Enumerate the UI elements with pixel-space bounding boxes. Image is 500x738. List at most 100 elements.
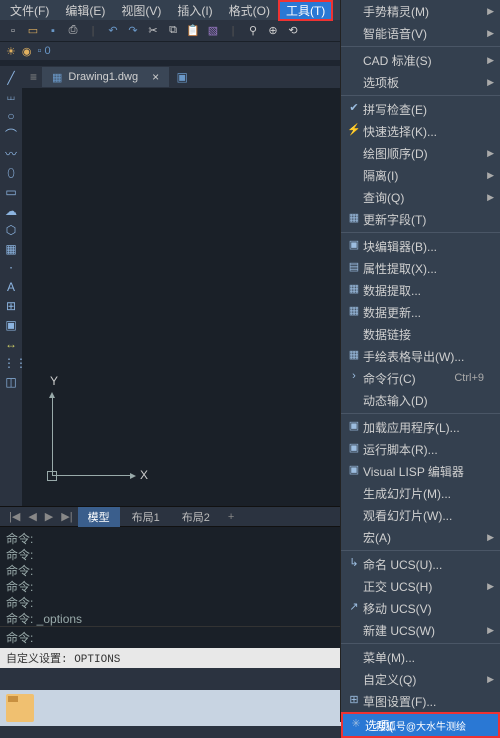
menu-item[interactable]: ▣Visual LISP 编辑器 [341,460,500,482]
close-tab-icon[interactable]: × [152,70,159,84]
circle-icon[interactable]: ○ [3,108,19,124]
menu-item[interactable]: 菜单(M)... [341,646,500,668]
arc-icon[interactable]: ⌒ [3,127,19,143]
menu-item-label: 运行脚本(R)... [363,441,484,458]
menu-item-icon: ⚡ [345,123,363,139]
menu-item[interactable]: 查询(Q)▶ [341,186,500,208]
menu-item[interactable]: ✳选项(搜狐号@大水牛测绘 [341,712,500,738]
sun-icon[interactable]: ☀ [6,45,16,58]
menu-item[interactable]: ▣运行脚本(R)... [341,438,500,460]
cloud-icon[interactable]: ☁ [3,203,19,219]
menu-item[interactable]: 选项板▶ [341,71,500,93]
point-icon[interactable]: ⋅ [3,260,19,276]
nav-last-icon[interactable]: ▶| [58,510,75,523]
menu-item[interactable]: 新建 UCS(W)▶ [341,619,500,641]
menu-item[interactable]: 手势精灵(M)▶ [341,0,500,22]
submenu-arrow-icon: ▶ [484,532,494,543]
menu-item[interactable]: 隔离(I)▶ [341,164,500,186]
menu-item[interactable]: 宏(A)▶ [341,526,500,548]
menu-separator [341,413,500,414]
submenu-arrow-icon: ▶ [484,170,494,181]
nav-first-icon[interactable]: |◀ [6,510,23,523]
pline-icon[interactable]: ⏙ [3,89,19,105]
region-icon[interactable]: ◫ [3,374,19,390]
spline-icon[interactable]: 〰 [3,146,19,162]
rect-icon[interactable]: ▭ [3,184,19,200]
more-icon[interactable]: ⟲ [284,22,302,40]
nav-next-icon[interactable]: ▶ [42,510,56,523]
file-explorer-icon[interactable] [6,694,34,722]
nav-prev-icon[interactable]: ◀ [25,510,39,523]
menu-item[interactable]: ›命令行(C)Ctrl+9 [341,367,500,389]
menu-edit[interactable]: 编辑(E) [57,0,113,21]
menu-insert[interactable]: 插入(I) [169,0,220,21]
menu-item-label: 拼写检查(E) [363,101,484,118]
hatch-icon[interactable]: ▦ [3,241,19,257]
menu-item-icon [345,167,363,183]
measure-icon[interactable]: ⊕ [264,22,282,40]
layer-box[interactable]: ▫ 0 [37,45,50,57]
add-layout-icon[interactable]: + [222,511,240,523]
redo-icon[interactable]: ↷ [124,22,142,40]
menu-item[interactable]: 智能语音(V)▶ [341,22,500,44]
polygon-icon[interactable]: ⬡ [3,222,19,238]
menu-item[interactable]: 观看幻灯片(W)... [341,504,500,526]
submenu-arrow-icon: ▶ [484,77,494,88]
menu-item[interactable]: ▤属性提取(X)... [341,257,500,279]
print-icon[interactable]: ⎙ [64,22,82,40]
table-icon[interactable]: ⊞ [3,298,19,314]
menu-view[interactable]: 视图(V) [113,0,169,21]
menu-item[interactable]: 动态输入(D) [341,389,500,411]
cut-icon[interactable]: ✂ [144,22,162,40]
menu-item[interactable]: 数据链接 [341,323,500,345]
match-icon[interactable]: ▧ [204,22,222,40]
search-icon[interactable]: ⚲ [244,22,262,40]
paste-icon[interactable]: 📋 [184,22,202,40]
block-icon[interactable]: ▣ [3,317,19,333]
tab-layout1[interactable]: 布局1 [122,507,170,527]
add-tab-icon[interactable]: ▣ [173,68,191,86]
menu-item[interactable]: ⊞草图设置(F)... [341,690,500,712]
menu-item-label: 正交 UCS(H) [363,578,484,595]
doc-tab-drawing1[interactable]: ▦ Drawing1.dwg × [42,67,169,87]
tab-model[interactable]: 模型 [78,507,120,527]
menu-format[interactable]: 格式(O) [221,0,278,21]
tab-handle-icon[interactable]: ≡ [30,70,42,84]
menu-item-icon: ▣ [345,238,363,254]
menu-item[interactable]: CAD 标准(S)▶ [341,49,500,71]
menu-item[interactable]: ▦手绘表格导出(W)... [341,345,500,367]
menu-item-label: 草图设置(F)... [363,693,484,710]
grid-icon[interactable]: ⋮⋮ [3,355,19,371]
menu-separator [341,95,500,96]
lightbulb-icon[interactable]: ◉ [22,45,32,58]
save-icon[interactable]: ▪ [44,22,62,40]
dim-icon[interactable]: ↔ [3,336,19,352]
axis-y-label: Y [50,374,58,388]
line-icon[interactable]: ╱ [3,70,19,86]
menu-item[interactable]: ▦更新字段(T) [341,208,500,230]
menu-item-icon: ▣ [345,419,363,435]
undo-icon[interactable]: ↶ [104,22,122,40]
menu-item[interactable]: ⚡快速选择(K)... [341,120,500,142]
menu-item[interactable]: ↳命名 UCS(U)... [341,553,500,575]
menu-item[interactable]: ▣块编辑器(B)... [341,235,500,257]
menu-item[interactable]: ▣加载应用程序(L)... [341,416,500,438]
text-icon[interactable]: A [3,279,19,295]
menu-item[interactable]: ✔拼写检查(E) [341,98,500,120]
tab-layout2[interactable]: 布局2 [172,507,220,527]
menu-item[interactable]: 生成幻灯片(M)... [341,482,500,504]
menu-file[interactable]: 文件(F) [2,0,57,21]
menu-tools[interactable]: 工具(T) [278,0,333,21]
ellipse-icon[interactable]: ⬯ [3,165,19,181]
menu-item[interactable]: 绘图顺序(D)▶ [341,142,500,164]
menu-item[interactable]: ↗移动 UCS(V) [341,597,500,619]
menu-item[interactable]: ▦数据更新... [341,301,500,323]
new-icon[interactable]: ▫ [4,22,22,40]
menu-item[interactable]: 自定义(Q)▶ [341,668,500,690]
copy-icon[interactable]: ⧉ [164,22,182,40]
open-icon[interactable]: ▭ [24,22,42,40]
menu-item[interactable]: ▦数据提取... [341,279,500,301]
menu-item[interactable]: 正交 UCS(H)▶ [341,575,500,597]
menu-item-icon: ↗ [345,600,363,616]
menu-item-label: 观看幻灯片(W)... [363,507,484,524]
